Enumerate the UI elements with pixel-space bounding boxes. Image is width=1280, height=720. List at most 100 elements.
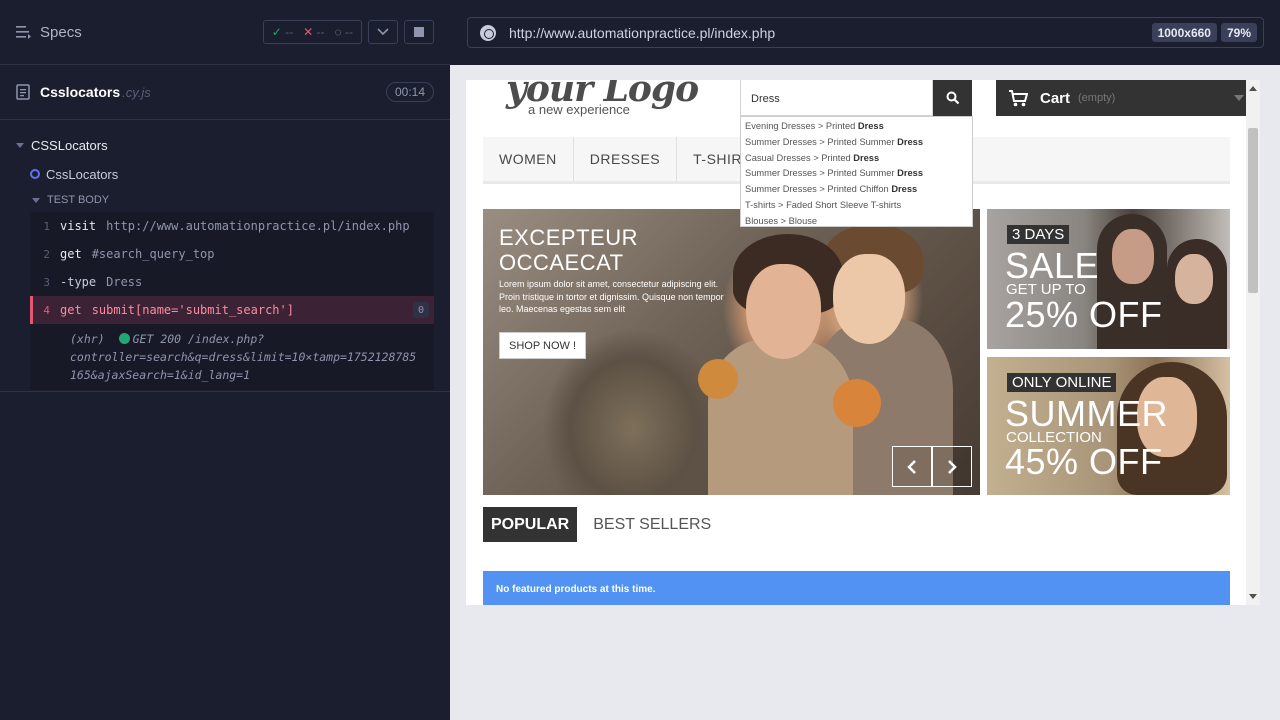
- promo-tag: 3 DAYS: [1007, 225, 1070, 244]
- promo-photo-part: [1175, 254, 1213, 304]
- file-icon: [16, 84, 30, 100]
- caret-down-icon: [32, 197, 40, 203]
- autocomplete-item[interactable]: Blouses > Blouse: [741, 214, 972, 230]
- promo-headline: SUMMER: [1005, 393, 1168, 434]
- caret-down-icon: [16, 142, 24, 148]
- search-button[interactable]: [933, 80, 972, 116]
- autocomplete-item[interactable]: Evening Dresses > Printed Dress: [741, 119, 972, 135]
- test-body-label: TEST BODY: [47, 194, 110, 206]
- autocomplete-item[interactable]: Summer Dresses > Printed Summer Dress: [741, 166, 972, 182]
- promo-photo-part: [1112, 229, 1154, 284]
- pending-circle-icon: ◌: [334, 25, 342, 39]
- xhr-log-entry[interactable]: (xhr) GET 200 /index.php? controller=sear…: [30, 324, 434, 390]
- test-row[interactable]: CssLocators: [0, 160, 450, 188]
- slider-next-button[interactable]: [932, 446, 972, 487]
- command-message: Dress: [106, 275, 143, 289]
- command-row[interactable]: 2 get #search_query_top: [30, 240, 434, 268]
- no-products-alert: No featured products at this time.: [483, 571, 1230, 605]
- slide-photo-part: [698, 359, 738, 399]
- test-body-header[interactable]: TEST BODY: [0, 188, 450, 212]
- autocomplete-item[interactable]: Summer Dresses > Printed Summer Dress: [741, 135, 972, 151]
- command-message: submit[name='submit_search']: [91, 303, 294, 317]
- running-icon: [30, 169, 40, 179]
- command-name: get: [60, 247, 82, 261]
- app-preview: http://www.automationpractice.pl/index.p…: [450, 0, 1280, 720]
- page-scrollbar[interactable]: [1246, 80, 1260, 605]
- zoom-badge[interactable]: 79%: [1220, 23, 1257, 42]
- slide-photo-part: [746, 264, 821, 359]
- site-logo[interactable]: your Logo a new experience: [506, 80, 699, 117]
- promo-banner-sale[interactable]: 3 DAYS SALE GET UP TO 25% OFF: [987, 209, 1230, 349]
- autocomplete-item[interactable]: Casual Dresses > Printed Dress: [741, 151, 972, 167]
- xhr-line-2: controller=search&q=dress&limit=10×tamp=…: [70, 350, 417, 364]
- app-under-test-frame: your Logo a new experience Dress Cart (e…: [466, 80, 1260, 605]
- cart-status: (empty): [1078, 92, 1116, 104]
- dropdown-button[interactable]: [368, 20, 398, 44]
- homepage-slider[interactable]: EXCEPTEUR OCCAECAT Lorem ipsum dolor sit…: [483, 209, 980, 495]
- suite-title: CSSLocators: [31, 137, 108, 153]
- xhr-prefix: (xhr): [70, 332, 105, 346]
- specs-list-icon[interactable]: [16, 25, 32, 39]
- command-row[interactable]: 3 -type Dress: [30, 268, 434, 296]
- spec-duration: 00:14: [385, 82, 434, 102]
- globe-icon: [480, 24, 496, 41]
- viewport-size-badge[interactable]: 1000x660: [1151, 23, 1217, 42]
- slider-prev-button[interactable]: [892, 446, 932, 487]
- cypress-runner-panel: Specs ✓ -- ✕ -- ◌ -- Csslocators .cy.js …: [0, 0, 450, 720]
- check-icon: ✓: [271, 25, 282, 39]
- menu-item-dresses[interactable]: DRESSES: [574, 137, 678, 181]
- run-stats: ✓ -- ✕ -- ◌ --: [262, 20, 434, 44]
- command-name: get: [60, 303, 82, 317]
- autocomplete-item[interactable]: Summer Dresses > Printed Chiffon Dress: [741, 182, 972, 198]
- cart-label: Cart: [1040, 89, 1071, 107]
- specs-label[interactable]: Specs: [40, 24, 82, 41]
- spec-file-ext: .cy.js: [122, 84, 151, 100]
- command-name: -type: [60, 275, 97, 289]
- spec-file-name: Csslocators: [40, 84, 121, 100]
- slide-text: Lorem ipsum dolor sit amet, consectetur …: [499, 279, 724, 314]
- chevron-left-icon: [907, 459, 916, 474]
- menu-item-women[interactable]: WOMEN: [483, 137, 574, 181]
- scroll-down-icon[interactable]: [1249, 594, 1257, 599]
- stop-button[interactable]: [404, 20, 434, 44]
- command-name: visit: [60, 219, 97, 233]
- url-text[interactable]: http://www.automationpractice.pl/index.p…: [509, 25, 775, 41]
- url-bar[interactable]: http://www.automationpractice.pl/index.p…: [467, 17, 1264, 48]
- test-title: CssLocators: [46, 166, 119, 182]
- xhr-line-1: GET 200 /index.php?: [132, 332, 265, 346]
- status-dot-icon: [118, 333, 130, 344]
- tab-best-sellers[interactable]: BEST SELLERS: [585, 507, 719, 542]
- command-message: http://www.automationpractice.pl/index.p…: [106, 219, 410, 233]
- command-number: 4: [43, 303, 50, 317]
- autocomplete-item[interactable]: T-shirts > Faded Short Sleeve T-shirts: [741, 198, 972, 214]
- chevron-right-icon: [948, 459, 957, 474]
- scroll-up-icon[interactable]: [1249, 86, 1257, 91]
- command-log: 1 visit http://www.automationpractice.pl…: [30, 212, 434, 324]
- caret-down-icon: [1234, 95, 1244, 101]
- slide-photo-part: [833, 379, 881, 427]
- url-bar-area: http://www.automationpractice.pl/index.p…: [450, 0, 1280, 65]
- tab-popular[interactable]: POPULAR: [483, 507, 578, 542]
- shop-now-button[interactable]: SHOP NOW !: [499, 332, 587, 359]
- element-count-badge: 0: [413, 302, 429, 318]
- product-tabs: POPULAR BEST SELLERS: [483, 507, 727, 542]
- command-row-failed[interactable]: 4 get submit[name='submit_search'] 0: [30, 296, 434, 324]
- search-input[interactable]: Dress: [740, 80, 933, 116]
- promo-banner-summer[interactable]: ONLY ONLINE SUMMER COLLECTION 45% OFF: [987, 357, 1230, 495]
- runner-header: Specs ✓ -- ✕ -- ◌ --: [0, 0, 450, 65]
- passed-stat: ✓ --: [271, 25, 294, 39]
- command-message: #search_query_top: [91, 247, 215, 261]
- cart-icon: [1009, 89, 1028, 106]
- suite-row[interactable]: CSSLocators: [0, 130, 450, 160]
- cart-block[interactable]: Cart (empty): [996, 80, 1258, 116]
- command-number: 3: [43, 275, 50, 289]
- scrollbar-thumb[interactable]: [1248, 128, 1258, 293]
- spec-file-row[interactable]: Csslocators .cy.js 00:14: [0, 65, 450, 120]
- slider-nav: [892, 446, 972, 487]
- failed-stat: ✕ --: [303, 25, 325, 39]
- logo-tagline: a new experience: [528, 102, 630, 117]
- stats-box: ✓ -- ✕ -- ◌ --: [262, 20, 362, 44]
- command-row[interactable]: 1 visit http://www.automationpractice.pl…: [30, 212, 434, 240]
- promo-discount: 45% OFF: [1005, 441, 1163, 482]
- command-number: 2: [43, 247, 50, 261]
